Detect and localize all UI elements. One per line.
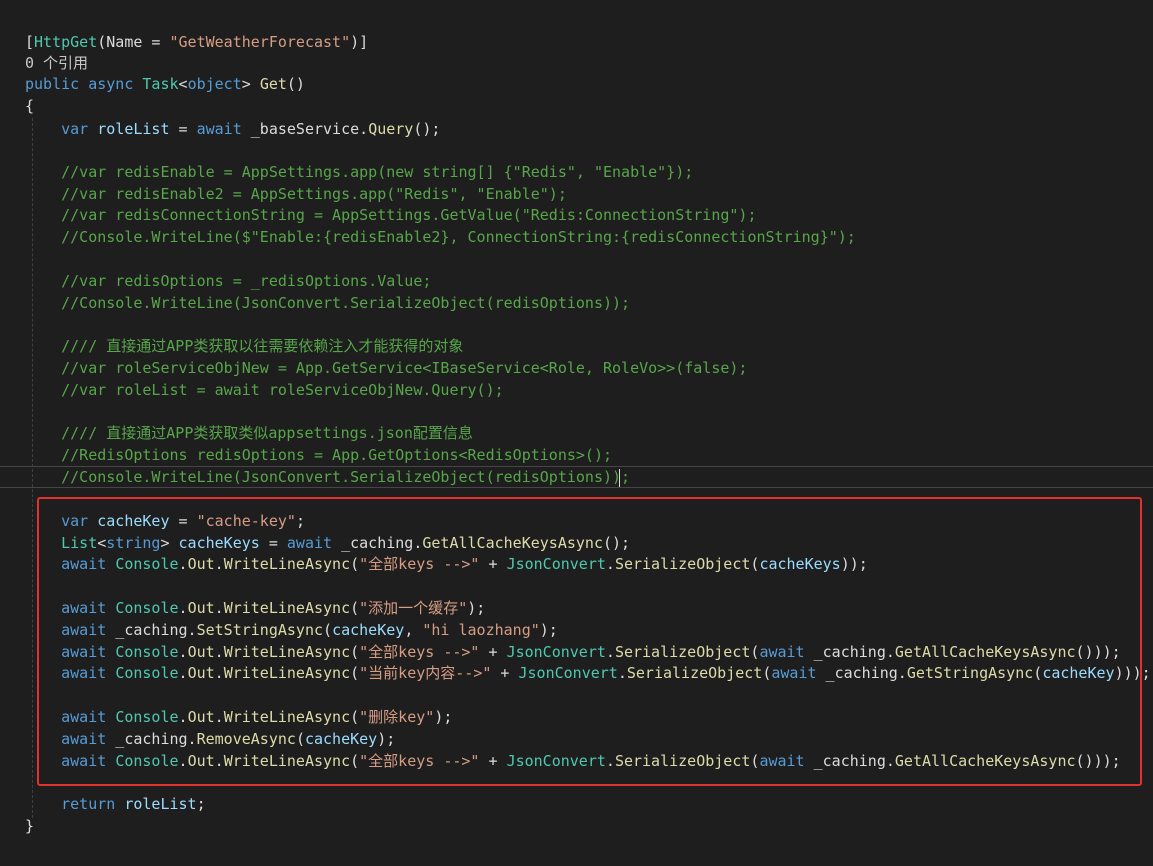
comment: //RedisOptions redisOptions = App.GetOpt… bbox=[61, 446, 613, 464]
comment: //Console.WriteLine($"Enable:{redisEnabl… bbox=[61, 228, 856, 246]
comment: //var redisEnable2 = AppSettings.app("Re… bbox=[61, 185, 567, 203]
code-text: < bbox=[178, 75, 188, 93]
code-line[interactable]: return roleList; bbox=[25, 793, 206, 815]
code-line[interactable]: //Console.WriteLine(JsonConvert.Serializ… bbox=[25, 292, 630, 314]
comment: //// 直接通过APP类获取以往需要依赖注入才能获得的对象 bbox=[61, 337, 464, 355]
keyword: async bbox=[88, 75, 134, 93]
keyword: var bbox=[61, 120, 89, 138]
comment: //var roleServiceObjNew = App.GetService… bbox=[61, 359, 748, 377]
comment: //Console.WriteLine(JsonConvert.Serializ… bbox=[61, 468, 631, 486]
code-lens-references[interactable]: 0 个引用 bbox=[25, 54, 88, 72]
code-text: (Name = bbox=[97, 33, 170, 51]
code-line[interactable]: //var roleServiceObjNew = App.GetService… bbox=[25, 357, 747, 379]
string-literal: "GetWeatherForecast" bbox=[169, 33, 351, 51]
code-editor[interactable]: [HttpGet(Name = "GetWeatherForecast")] 0 … bbox=[0, 0, 1153, 866]
keyword: return bbox=[61, 795, 116, 813]
comment: //var redisEnable = AppSettings.app(new … bbox=[61, 163, 694, 181]
code-line[interactable]: } bbox=[25, 815, 34, 837]
comment: //var redisConnectionString = AppSetting… bbox=[61, 206, 757, 224]
code-text: { bbox=[25, 97, 35, 115]
comment: //// 直接通过APP类获取类似appsettings.json配置信息 bbox=[61, 424, 473, 442]
code-text: = bbox=[169, 120, 197, 138]
method-name: Get bbox=[259, 75, 287, 93]
keyword: await bbox=[196, 120, 242, 138]
code-text: (); bbox=[413, 120, 441, 138]
comment: //var roleList = await roleServiceObjNew… bbox=[61, 381, 504, 399]
code-line[interactable]: //RedisOptions redisOptions = App.GetOpt… bbox=[25, 444, 612, 466]
type-name: Task bbox=[142, 75, 179, 93]
code-text: [ bbox=[25, 33, 35, 51]
code-text: _baseService. bbox=[241, 120, 369, 138]
code-line[interactable]: { bbox=[25, 95, 34, 117]
keyword: object bbox=[187, 75, 242, 93]
code-line[interactable]: //Console.WriteLine($"Enable:{redisEnabl… bbox=[25, 226, 856, 248]
code-line[interactable]: //var roleList = await roleServiceObjNew… bbox=[25, 379, 504, 401]
code-line[interactable]: //var redisConnectionString = AppSetting… bbox=[25, 204, 757, 226]
code-line[interactable]: public async Task<object> Get() bbox=[25, 73, 305, 95]
code-line[interactable]: //var redisEnable2 = AppSettings.app("Re… bbox=[25, 183, 567, 205]
method-name: Query bbox=[368, 120, 414, 138]
code-line[interactable]: 0 个引用 bbox=[25, 52, 88, 74]
identifier: roleList bbox=[124, 795, 197, 813]
type-name: HttpGet bbox=[34, 33, 98, 51]
code-text: > bbox=[241, 75, 260, 93]
code-line[interactable]: //// 直接通过APP类获取类似appsettings.json配置信息 bbox=[25, 422, 473, 444]
code-line[interactable]: var roleList = await _baseService.Query(… bbox=[25, 118, 440, 140]
text-caret bbox=[619, 469, 620, 487]
code-line[interactable]: [HttpGet(Name = "GetWeatherForecast")] bbox=[25, 31, 368, 53]
code-text: )] bbox=[350, 33, 369, 51]
code-line[interactable]: //var redisEnable = AppSettings.app(new … bbox=[25, 161, 693, 183]
code-text: ; bbox=[196, 795, 206, 813]
code-text: } bbox=[25, 817, 35, 835]
comment: //var redisOptions = _redisOptions.Value… bbox=[61, 272, 432, 290]
highlight-box bbox=[37, 497, 1142, 786]
code-line[interactable]: //Console.WriteLine(JsonConvert.Serializ… bbox=[25, 466, 630, 488]
code-line[interactable]: //// 直接通过APP类获取以往需要依赖注入才能获得的对象 bbox=[25, 335, 463, 357]
code-line[interactable]: //var redisOptions = _redisOptions.Value… bbox=[25, 270, 431, 292]
identifier: roleList bbox=[97, 120, 170, 138]
comment: //Console.WriteLine(JsonConvert.Serializ… bbox=[61, 294, 631, 312]
keyword: public bbox=[25, 75, 80, 93]
code-text: () bbox=[286, 75, 305, 93]
